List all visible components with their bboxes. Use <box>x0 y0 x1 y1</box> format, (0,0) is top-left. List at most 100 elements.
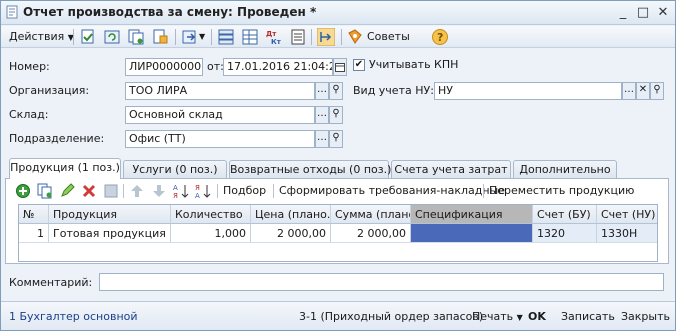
tab-additional[interactable]: Дополнительно <box>513 160 617 178</box>
checkmark-icon: ✔ <box>354 59 364 70</box>
toolbar-divider <box>311 29 312 45</box>
based-on-document-label: 3-1 (Приходный ордер запасов) <box>299 310 484 323</box>
svg-text:А: А <box>195 192 200 199</box>
tab-products[interactable]: Продукция (1 поз.) <box>9 158 121 179</box>
column-header-account-nu[interactable]: Счет (НУ) <box>597 205 657 224</box>
organization-select-button[interactable]: … <box>315 82 329 100</box>
organization-open-button[interactable]: ⚲ <box>329 82 343 100</box>
edit-icon[interactable] <box>59 183 75 199</box>
division-field[interactable]: Офис (ТТ) <box>125 130 315 148</box>
tax-accounting-label: Вид учета НУ: <box>353 84 434 97</box>
search-icon: ⚲ <box>332 108 340 119</box>
tax-accounting-field[interactable]: НУ <box>434 82 622 100</box>
date-field[interactable]: 17.01.2016 21:04:20 <box>223 58 333 76</box>
move-down-icon[interactable] <box>151 183 167 199</box>
help-icon[interactable]: ? <box>431 28 449 46</box>
copy-icon[interactable] <box>127 28 145 46</box>
calendar-button[interactable] <box>333 58 347 76</box>
comment-field[interactable] <box>99 273 664 291</box>
search-icon: ⚲ <box>332 84 340 95</box>
actions-label: Действия <box>9 30 65 43</box>
add-icon[interactable] <box>15 183 31 199</box>
save-button[interactable]: Записать <box>561 308 615 326</box>
copy-row-icon[interactable] <box>37 183 53 199</box>
sort-ascending-icon[interactable]: АЯ <box>173 183 189 199</box>
organization-field[interactable]: ТОО ЛИРА <box>125 82 315 100</box>
filter-icon[interactable] <box>317 28 335 46</box>
maximize-button[interactable]: □ <box>635 5 651 21</box>
clear-icon: ✕ <box>638 84 648 95</box>
tax-select-button[interactable]: … <box>622 82 636 100</box>
division-open-button[interactable]: ⚲ <box>329 130 343 148</box>
search-icon: ⚲ <box>653 84 661 95</box>
window-title: Отчет производства за смену: Проведен * <box>23 5 317 19</box>
close-form-button[interactable]: Закрыть <box>621 308 670 326</box>
warehouse-open-button[interactable]: ⚲ <box>329 106 343 124</box>
user-link[interactable]: 1 Бухгалтер основной <box>9 308 138 326</box>
tab-returnable-waste[interactable]: Возвратные отходы (0 поз.) <box>229 160 391 178</box>
number-field[interactable]: ЛИР00000001 <box>125 58 203 76</box>
column-header-quantity[interactable]: Количество <box>171 205 251 224</box>
move-products-button[interactable]: Переместить продукцию <box>489 182 634 200</box>
column-header-price[interactable]: Цена (плано... <box>251 205 331 224</box>
actions-menu-button[interactable]: Действия ▼ <box>5 28 78 46</box>
warehouse-field[interactable]: Основной склад <box>125 106 315 124</box>
kpn-checkbox[interactable]: ✔ <box>353 59 365 71</box>
comment-label: Комментарий: <box>9 276 93 289</box>
structure-icon[interactable] <box>217 28 235 46</box>
svg-text:Я: Я <box>173 192 178 199</box>
kpn-label: Учитывать КПН <box>369 58 459 71</box>
warehouse-select-button[interactable]: … <box>315 106 329 124</box>
division-label: Подразделение: <box>9 132 105 145</box>
column-header-specification[interactable]: Спецификация <box>411 205 533 224</box>
ok-button[interactable]: OK <box>528 308 546 326</box>
division-select-button[interactable]: … <box>315 130 329 148</box>
tax-open-button[interactable]: ⚲ <box>650 82 664 100</box>
minimize-button[interactable]: _ <box>615 5 631 21</box>
form-requests-button[interactable]: Сформировать требования-накладные <box>279 182 505 200</box>
table-toolbar: АЯ ЯА Подбор Сформировать требования-нак… <box>11 182 665 200</box>
dt-kt-icon[interactable]: Дт Кт <box>265 28 283 46</box>
table-row-1-specification[interactable] <box>411 224 533 243</box>
column-header-account-bu[interactable]: Счет (БУ) <box>533 205 597 224</box>
tab-services[interactable]: Услуги (0 поз.) <box>123 160 227 178</box>
table-row-1-number[interactable]: 1 <box>19 224 49 243</box>
advice-icon <box>348 29 362 44</box>
selection-button[interactable]: Подбор <box>223 182 266 200</box>
post-document-icon[interactable] <box>79 28 97 46</box>
document-icon <box>6 5 18 19</box>
move-up-icon[interactable] <box>129 183 145 199</box>
warehouse-label: Склад: <box>9 108 49 121</box>
advice-label: Советы <box>367 30 410 43</box>
column-header-number[interactable]: № <box>19 205 49 224</box>
tab-cost-accounts[interactable]: Счета учета затрат <box>391 160 511 178</box>
search-icon: ⚲ <box>332 132 340 143</box>
sort-descending-icon[interactable]: ЯА <box>195 183 211 199</box>
go-icon[interactable] <box>181 28 199 46</box>
table-row-1-quantity[interactable]: 1,000 <box>171 224 251 243</box>
calendar-icon <box>335 63 345 72</box>
end-edit-icon[interactable] <box>103 183 119 199</box>
chevron-down-icon: ▼ <box>516 313 523 322</box>
refresh-icon[interactable] <box>103 28 121 46</box>
table-row-1-sum[interactable]: 2 000,00 <box>331 224 411 243</box>
table-row-1-account-bu[interactable]: 1320 <box>533 224 597 243</box>
delete-icon[interactable] <box>81 183 97 199</box>
tax-clear-button[interactable]: ✕ <box>636 82 650 100</box>
print-label: Печать <box>472 310 514 323</box>
column-header-sum[interactable]: Сумма (плано... <box>331 205 411 224</box>
table-row-1-account-nu[interactable]: 1330Н <box>597 224 657 243</box>
print-menu-button[interactable]: Печать ▼ <box>472 308 523 326</box>
column-header-product[interactable]: Продукция <box>49 205 171 224</box>
toolbar-divider <box>123 184 124 198</box>
toolbar-divider <box>211 29 212 45</box>
svg-text:?: ? <box>437 31 443 44</box>
close-button[interactable]: ✕ <box>655 5 671 21</box>
toolbar: Действия ▼ ▼ Дт Кт Советы ? <box>1 26 675 48</box>
table-row-1-price[interactable]: 2 000,00 <box>251 224 331 243</box>
chevron-down-icon[interactable]: ▼ <box>199 28 205 46</box>
table-icon[interactable] <box>241 28 259 46</box>
print-icon[interactable] <box>151 28 169 46</box>
report-icon[interactable] <box>289 28 307 46</box>
table-row-1-product[interactable]: Готовая продукция <box>49 224 171 243</box>
